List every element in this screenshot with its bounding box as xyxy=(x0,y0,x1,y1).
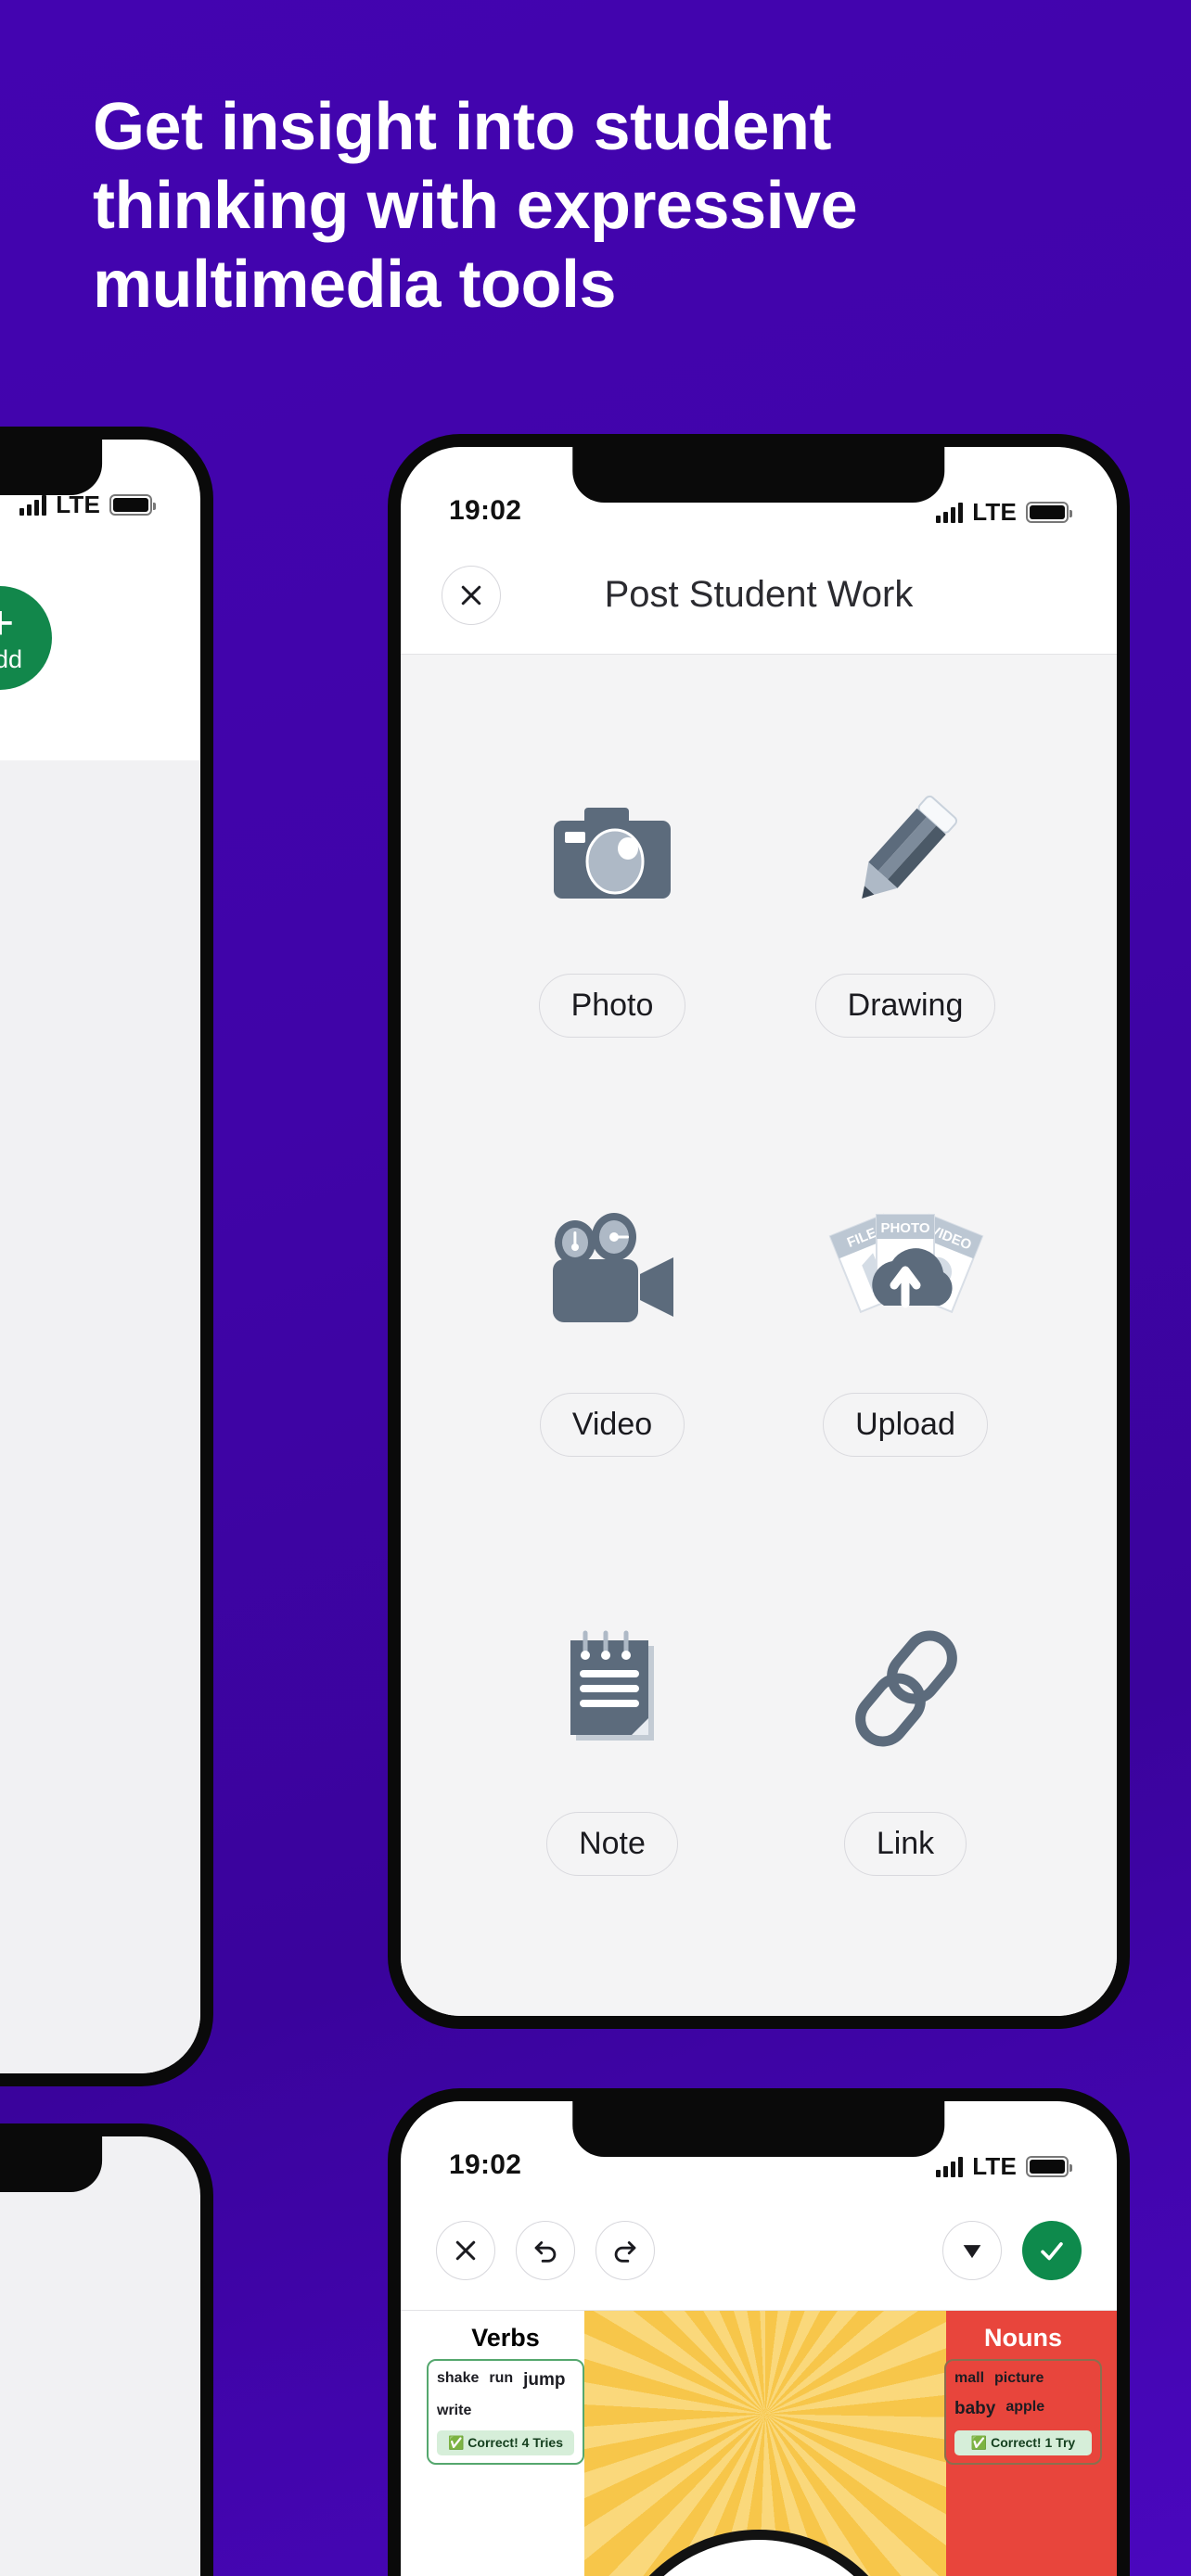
option-label: Upload xyxy=(823,1393,988,1457)
undo-button[interactable] xyxy=(516,2220,575,2280)
status-badge: ✅ Correct! 1 Try xyxy=(954,2430,1092,2455)
word-chip[interactable]: shake xyxy=(437,2370,479,2396)
dropdown-button[interactable] xyxy=(942,2220,1002,2280)
media-options-grid: Photo Drawing Video FILE VIDEO PHOTO Upl… xyxy=(401,655,1117,2016)
word-chip[interactable]: run xyxy=(489,2370,513,2396)
phone-left-bottom xyxy=(0,2123,213,2576)
page-title: Post Student Work xyxy=(604,574,914,615)
chain-link-icon xyxy=(854,1630,957,1747)
check-icon: ✅ xyxy=(447,2435,465,2450)
phone-left-screen: LTE + Add xyxy=(0,440,200,2073)
phone-left-top: LTE + Add xyxy=(0,427,213,2086)
close-button[interactable] xyxy=(442,565,501,625)
phone-bottom-screen: 19:02 LTE Verbs shake run jump write ✅ C… xyxy=(401,2101,1117,2576)
left-phone-toolbar: + Add xyxy=(0,529,200,760)
group-words: mall picture baby apple xyxy=(954,2370,1092,2424)
phone-bottom: 19:02 LTE Verbs shake run jump write ✅ C… xyxy=(388,2088,1130,2576)
option-video[interactable]: Video xyxy=(466,1163,759,1582)
video-camera-icon xyxy=(553,1213,673,1322)
left-phone-body: 10¢ xyxy=(0,760,200,2073)
network-label: LTE xyxy=(972,498,1017,526)
option-note[interactable]: Note xyxy=(466,1582,759,2001)
option-photo[interactable]: Photo xyxy=(466,744,759,1163)
headline-line-1: Get insight into student xyxy=(93,90,831,164)
option-drawing[interactable]: Drawing xyxy=(759,744,1052,1163)
word-chip[interactable]: jump xyxy=(523,2370,565,2396)
word-group-verbs[interactable]: Verbs shake run jump write ✅ Correct! 4 … xyxy=(427,2324,584,2465)
camera-icon xyxy=(554,808,671,899)
status-time: 19:02 xyxy=(449,495,522,526)
status-badge: ✅ Correct! 4 Tries xyxy=(437,2430,574,2455)
battery-icon xyxy=(1026,2156,1072,2177)
grid-row: Photo Drawing xyxy=(466,744,1052,1163)
option-label: Video xyxy=(539,1393,685,1457)
option-upload[interactable]: FILE VIDEO PHOTO Upload xyxy=(759,1163,1052,1582)
add-button[interactable]: + Add xyxy=(0,586,52,690)
notepad-icon xyxy=(570,1630,654,1741)
network-label: LTE xyxy=(972,2152,1017,2180)
signal-bars-icon xyxy=(936,502,964,523)
status-bar: LTE xyxy=(0,440,200,529)
word-chip[interactable]: mall xyxy=(954,2370,984,2392)
status-bar: 19:02 LTE xyxy=(401,447,1117,536)
battery-icon xyxy=(109,494,156,516)
notch xyxy=(0,2136,102,2192)
group-title: Verbs xyxy=(471,2324,540,2352)
word-chip[interactable]: write xyxy=(437,2403,471,2425)
pencil-icon xyxy=(862,795,958,899)
close-icon xyxy=(455,2240,476,2260)
phone-left-bottom-screen xyxy=(0,2136,200,2576)
cloud-upload-icon: FILE VIDEO PHOTO xyxy=(828,1213,984,1313)
redo-arrow-icon xyxy=(614,2240,636,2263)
undo-arrow-icon xyxy=(534,2240,557,2263)
group-words: shake run jump write xyxy=(437,2370,574,2424)
option-label: Link xyxy=(843,1812,967,1876)
modal-header: Post Student Work xyxy=(401,536,1117,655)
check-icon: ✅ xyxy=(970,2435,988,2450)
status-bar: 19:02 LTE xyxy=(401,2101,1117,2190)
word-group-nouns[interactable]: Nouns mall picture baby apple ✅ Correct!… xyxy=(944,2324,1102,2465)
redo-button[interactable] xyxy=(596,2220,655,2280)
signal-bars-icon xyxy=(936,2156,964,2177)
comic-canvas[interactable]: Sort the Words radiant Verbs shake run j… xyxy=(401,2311,1117,2576)
word-chip[interactable]: apple xyxy=(1005,2399,1044,2425)
triangle-down-icon xyxy=(963,2244,981,2258)
headline-line-2: thinking with expressive xyxy=(93,168,858,243)
grid-row: Video FILE VIDEO PHOTO Upload xyxy=(466,1163,1052,1582)
add-button-label: Add xyxy=(0,644,23,673)
headline-line-3: multimedia tools xyxy=(93,247,617,322)
word-chip[interactable]: baby xyxy=(954,2399,995,2425)
phone-main: 19:02 LTE Post Student Work Photo Drawin… xyxy=(388,434,1130,2029)
option-label: Note xyxy=(546,1812,678,1876)
option-label: Drawing xyxy=(814,974,996,1038)
plus-icon: + xyxy=(0,599,14,647)
upload-card-label-photo: PHOTO xyxy=(880,1220,929,1236)
signal-bars-icon xyxy=(19,494,47,516)
grid-row: Note Link xyxy=(466,1582,1052,2001)
word-chip[interactable]: picture xyxy=(994,2370,1044,2392)
close-button[interactable] xyxy=(436,2220,495,2280)
option-label: Photo xyxy=(538,974,686,1038)
editor-toolbar xyxy=(401,2190,1117,2311)
battery-icon xyxy=(1026,502,1072,523)
group-title: Nouns xyxy=(984,2324,1062,2352)
page-title: Get insight into student thinking with e… xyxy=(93,88,1076,325)
option-link[interactable]: Link xyxy=(759,1582,1052,2001)
status-time: 19:02 xyxy=(449,2149,522,2180)
confirm-button[interactable] xyxy=(1022,2220,1082,2280)
network-label: LTE xyxy=(56,491,100,518)
close-icon xyxy=(461,585,481,605)
check-icon xyxy=(1041,2241,1063,2260)
phone-main-screen: 19:02 LTE Post Student Work Photo Drawin… xyxy=(401,447,1117,2016)
